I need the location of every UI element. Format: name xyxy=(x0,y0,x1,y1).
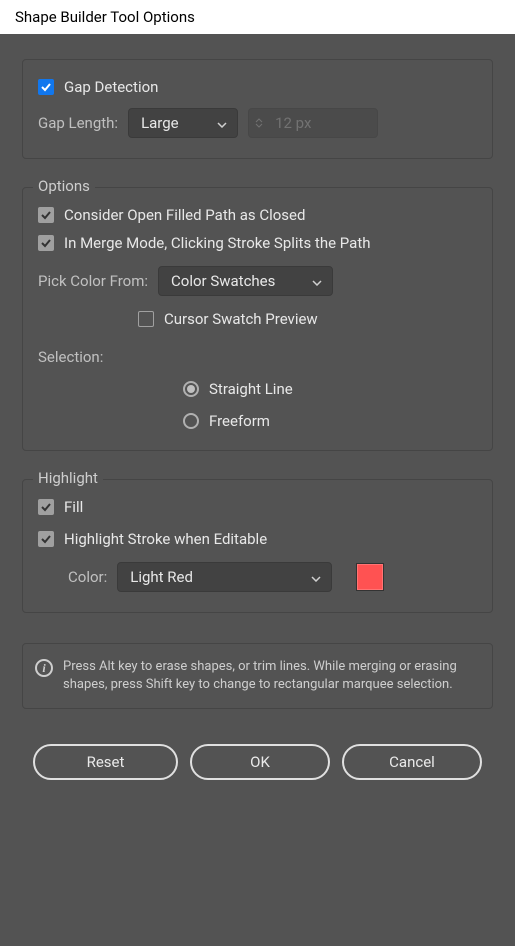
check-icon xyxy=(40,81,52,93)
pick-color-select[interactable]: Color Swatches xyxy=(158,266,333,296)
check-icon xyxy=(40,533,52,545)
color-row: Color: Light Red xyxy=(68,562,477,592)
gap-length-row: Gap Length: Large 12 px xyxy=(38,108,477,138)
consider-open-checkbox[interactable] xyxy=(38,207,54,223)
freeform-row: Freeform xyxy=(183,412,477,430)
color-swatch[interactable] xyxy=(356,563,384,591)
merge-mode-row: In Merge Mode, Clicking Stroke Splits th… xyxy=(38,234,477,252)
stepper-icon xyxy=(255,118,263,128)
cancel-button[interactable]: Cancel xyxy=(342,744,482,780)
consider-open-label: Consider Open Filled Path as Closed xyxy=(64,206,305,224)
color-value: Light Red xyxy=(130,568,193,586)
cursor-swatch-row: Cursor Swatch Preview xyxy=(138,310,477,328)
freeform-label: Freeform xyxy=(209,412,270,430)
gap-detection-label: Gap Detection xyxy=(64,78,158,96)
fill-label: Fill xyxy=(64,498,83,516)
check-icon xyxy=(40,501,52,513)
button-row: Reset OK Cancel xyxy=(22,744,493,780)
selection-label-row: Selection: xyxy=(38,348,477,366)
pick-color-label: Pick Color From: xyxy=(38,272,148,290)
fill-checkbox[interactable] xyxy=(38,499,54,515)
title-bar: Shape Builder Tool Options xyxy=(0,0,515,34)
check-icon xyxy=(40,237,52,249)
straight-line-row: Straight Line xyxy=(183,380,477,398)
highlight-title: Highlight xyxy=(33,469,103,487)
dialog-title: Shape Builder Tool Options xyxy=(15,8,195,26)
info-text: Press Alt key to erase shapes, or trim l… xyxy=(63,658,480,694)
pick-color-row: Pick Color From: Color Swatches xyxy=(38,266,477,296)
ok-button[interactable]: OK xyxy=(190,744,330,780)
options-group: Options Consider Open Filled Path as Clo… xyxy=(22,187,493,451)
cursor-swatch-checkbox[interactable] xyxy=(138,311,154,327)
highlight-stroke-label: Highlight Stroke when Editable xyxy=(64,530,267,548)
pick-color-value: Color Swatches xyxy=(171,272,275,290)
gap-detection-row: Gap Detection xyxy=(38,78,477,96)
freeform-radio[interactable] xyxy=(183,413,199,429)
reset-button[interactable]: Reset xyxy=(33,744,178,780)
chevron-down-icon xyxy=(312,272,322,290)
merge-mode-checkbox[interactable] xyxy=(38,235,54,251)
gap-detection-group: Gap Detection Gap Length: Large 12 px xyxy=(22,59,493,159)
gap-length-select[interactable]: Large xyxy=(128,108,238,138)
gap-px-input: 12 px xyxy=(248,108,378,138)
highlight-stroke-row: Highlight Stroke when Editable xyxy=(38,530,477,548)
merge-mode-label: In Merge Mode, Clicking Stroke Splits th… xyxy=(64,234,370,252)
chevron-down-icon xyxy=(217,114,227,132)
info-icon: i xyxy=(35,659,53,677)
dialog-body: Gap Detection Gap Length: Large 12 px Op… xyxy=(0,34,515,800)
highlight-stroke-checkbox[interactable] xyxy=(38,531,54,547)
check-icon xyxy=(40,209,52,221)
straight-line-radio[interactable] xyxy=(183,381,199,397)
color-select[interactable]: Light Red xyxy=(117,562,332,592)
consider-open-row: Consider Open Filled Path as Closed xyxy=(38,206,477,224)
straight-line-label: Straight Line xyxy=(209,380,293,398)
options-title: Options xyxy=(33,177,95,195)
color-label: Color: xyxy=(68,568,107,586)
cursor-swatch-label: Cursor Swatch Preview xyxy=(164,310,318,328)
chevron-down-icon xyxy=(311,568,321,586)
highlight-group: Highlight Fill Highlight Stroke when Edi… xyxy=(22,479,493,613)
info-box: i Press Alt key to erase shapes, or trim… xyxy=(22,643,493,709)
gap-px-value: 12 px xyxy=(275,114,311,132)
gap-length-label: Gap Length: xyxy=(38,114,118,132)
gap-length-value: Large xyxy=(141,114,179,132)
gap-detection-checkbox[interactable] xyxy=(38,79,54,95)
fill-row: Fill xyxy=(38,498,477,516)
selection-label: Selection: xyxy=(38,348,103,366)
